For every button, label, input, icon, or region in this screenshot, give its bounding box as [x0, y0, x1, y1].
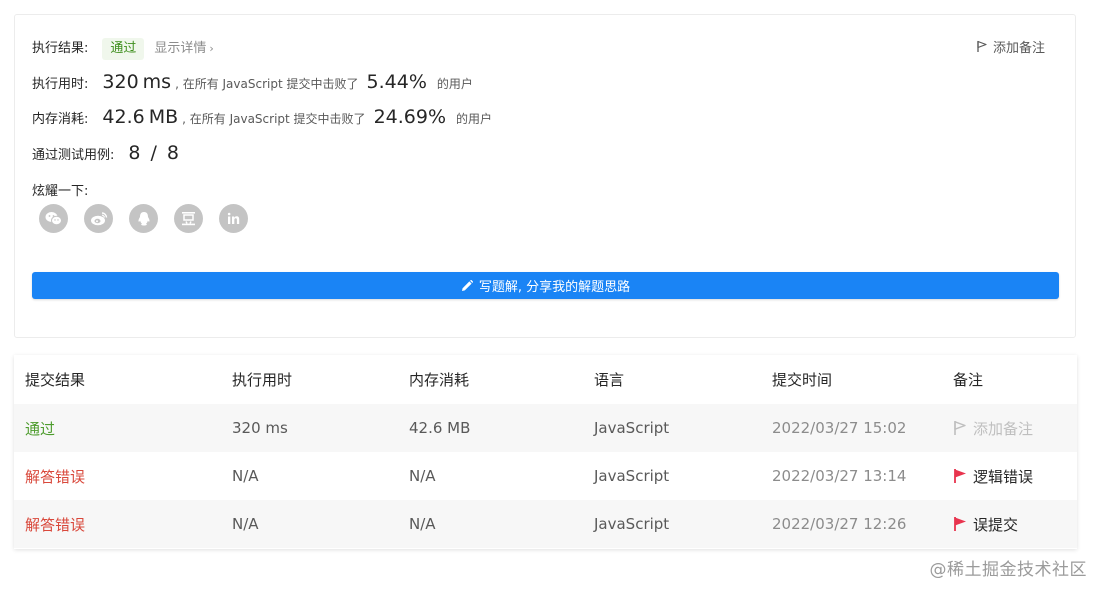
add-note-label: 添加备注: [992, 41, 1045, 56]
result-link[interactable]: 解答错误: [25, 516, 85, 534]
runtime-value: 320: [102, 71, 139, 93]
memory-unit: MB: [148, 106, 179, 128]
header-result: 提交结果: [25, 371, 86, 389]
testcases-row: 通过测试用例: 8 / 8: [32, 142, 179, 164]
show-details-label: 显示详情: [154, 41, 207, 56]
note-label: 逻辑错误: [973, 467, 1034, 486]
memory-value: 42.6: [102, 106, 145, 128]
status-label: 执行结果:: [32, 41, 89, 56]
share-label-row: 炫耀一下:: [32, 180, 88, 199]
time-cell: 2022/03/27 15:02: [772, 419, 907, 437]
weibo-icon[interactable]: [84, 204, 113, 233]
wechat-icon[interactable]: [39, 204, 68, 233]
runtime-label: 执行用时:: [32, 77, 89, 92]
memory-percent: 24.69: [373, 106, 428, 128]
header-note: 备注: [953, 371, 984, 389]
share-icons: [39, 204, 248, 233]
runtime-beat-text: , 在所有 JavaScript 提交中击败了: [175, 77, 359, 91]
flag-outline-icon: [954, 421, 966, 435]
memory-percent-sign: %: [427, 106, 447, 128]
result-link[interactable]: 解答错误: [25, 468, 85, 486]
flag-outline-icon: [977, 40, 987, 52]
runtime-unit: ms: [142, 71, 172, 93]
language-cell: JavaScript: [594, 419, 670, 437]
table-header-row: 提交结果 执行用时 内存消耗 语言 提交时间 备注: [14, 355, 1077, 404]
runtime-percent: 5.44: [366, 71, 409, 93]
result-link[interactable]: 通过: [25, 420, 55, 438]
flag-icon: [954, 469, 966, 483]
header-runtime: 执行用时: [232, 371, 293, 389]
table-row: 通过 320 ms 42.6 MB JavaScript 2022/03/27 …: [14, 404, 1077, 452]
add-note-button[interactable]: 添加备注: [953, 418, 1077, 439]
testcases-separator: /: [150, 142, 157, 164]
flag-icon: [954, 517, 966, 531]
status-row: 执行结果: 通过 显示详情 ›: [32, 37, 214, 60]
memory-tail: 的用户: [456, 112, 493, 126]
linkedin-icon[interactable]: [219, 204, 248, 233]
testcases-total: 8: [166, 142, 179, 164]
runtime-cell: 320 ms: [232, 419, 288, 437]
runtime-row: 执行用时: 320 ms , 在所有 JavaScript 提交中击败了 5.4…: [32, 71, 473, 93]
runtime-cell: N/A: [232, 515, 259, 533]
submissions-table: 提交结果 执行用时 内存消耗 语言 提交时间 备注 通过 320 ms 42.6…: [14, 355, 1077, 549]
table-row: 解答错误 N/A N/A JavaScript 2022/03/27 12:26…: [14, 500, 1077, 548]
show-details-link[interactable]: 显示详情 ›: [154, 37, 213, 56]
header-memory: 内存消耗: [409, 371, 470, 389]
memory-cell: N/A: [409, 467, 436, 485]
runtime-percent-sign: %: [408, 71, 427, 93]
add-note-button[interactable]: 添加备注: [976, 37, 1045, 56]
memory-cell: 42.6 MB: [409, 419, 471, 437]
note-label: 添加备注: [973, 419, 1034, 438]
write-solution-label: 写题解, 分享我的解题思路: [478, 280, 631, 295]
note-tag[interactable]: 误提交: [953, 514, 1077, 535]
testcases-passed: 8: [128, 142, 141, 164]
time-cell: 2022/03/27 12:26: [772, 515, 907, 533]
runtime-cell: N/A: [232, 467, 259, 485]
pencil-icon: [461, 279, 473, 291]
testcases-label: 通过测试用例:: [32, 148, 115, 163]
note-tag[interactable]: 逻辑错误: [953, 466, 1077, 487]
header-language: 语言: [594, 371, 625, 389]
language-cell: JavaScript: [594, 467, 670, 485]
qq-icon[interactable]: [129, 204, 158, 233]
chevron-right-icon: ›: [209, 42, 214, 55]
note-label: 误提交: [973, 515, 1019, 534]
time-cell: 2022/03/27 13:14: [772, 467, 907, 485]
douban-icon[interactable]: [174, 204, 203, 233]
table-row: 解答错误 N/A N/A JavaScript 2022/03/27 13:14…: [14, 452, 1077, 500]
write-solution-button[interactable]: 写题解, 分享我的解题思路: [32, 272, 1059, 299]
runtime-tail: 的用户: [436, 77, 473, 91]
share-label: 炫耀一下:: [32, 184, 89, 199]
header-submit-time: 提交时间: [772, 371, 833, 389]
memory-row: 内存消耗: 42.6 MB , 在所有 JavaScript 提交中击败了 24…: [32, 106, 492, 128]
memory-beat-text: , 在所有 JavaScript 提交中击败了: [182, 112, 366, 126]
language-cell: JavaScript: [594, 515, 670, 533]
memory-label: 内存消耗:: [32, 112, 89, 127]
submission-result-card: 执行结果: 通过 显示详情 › 添加备注 执行用时: 320 ms , 在所有 J…: [14, 14, 1076, 338]
watermark: @稀土掘金技术社区: [929, 560, 1087, 580]
memory-cell: N/A: [409, 515, 436, 533]
status-badge: 通过: [102, 38, 145, 60]
